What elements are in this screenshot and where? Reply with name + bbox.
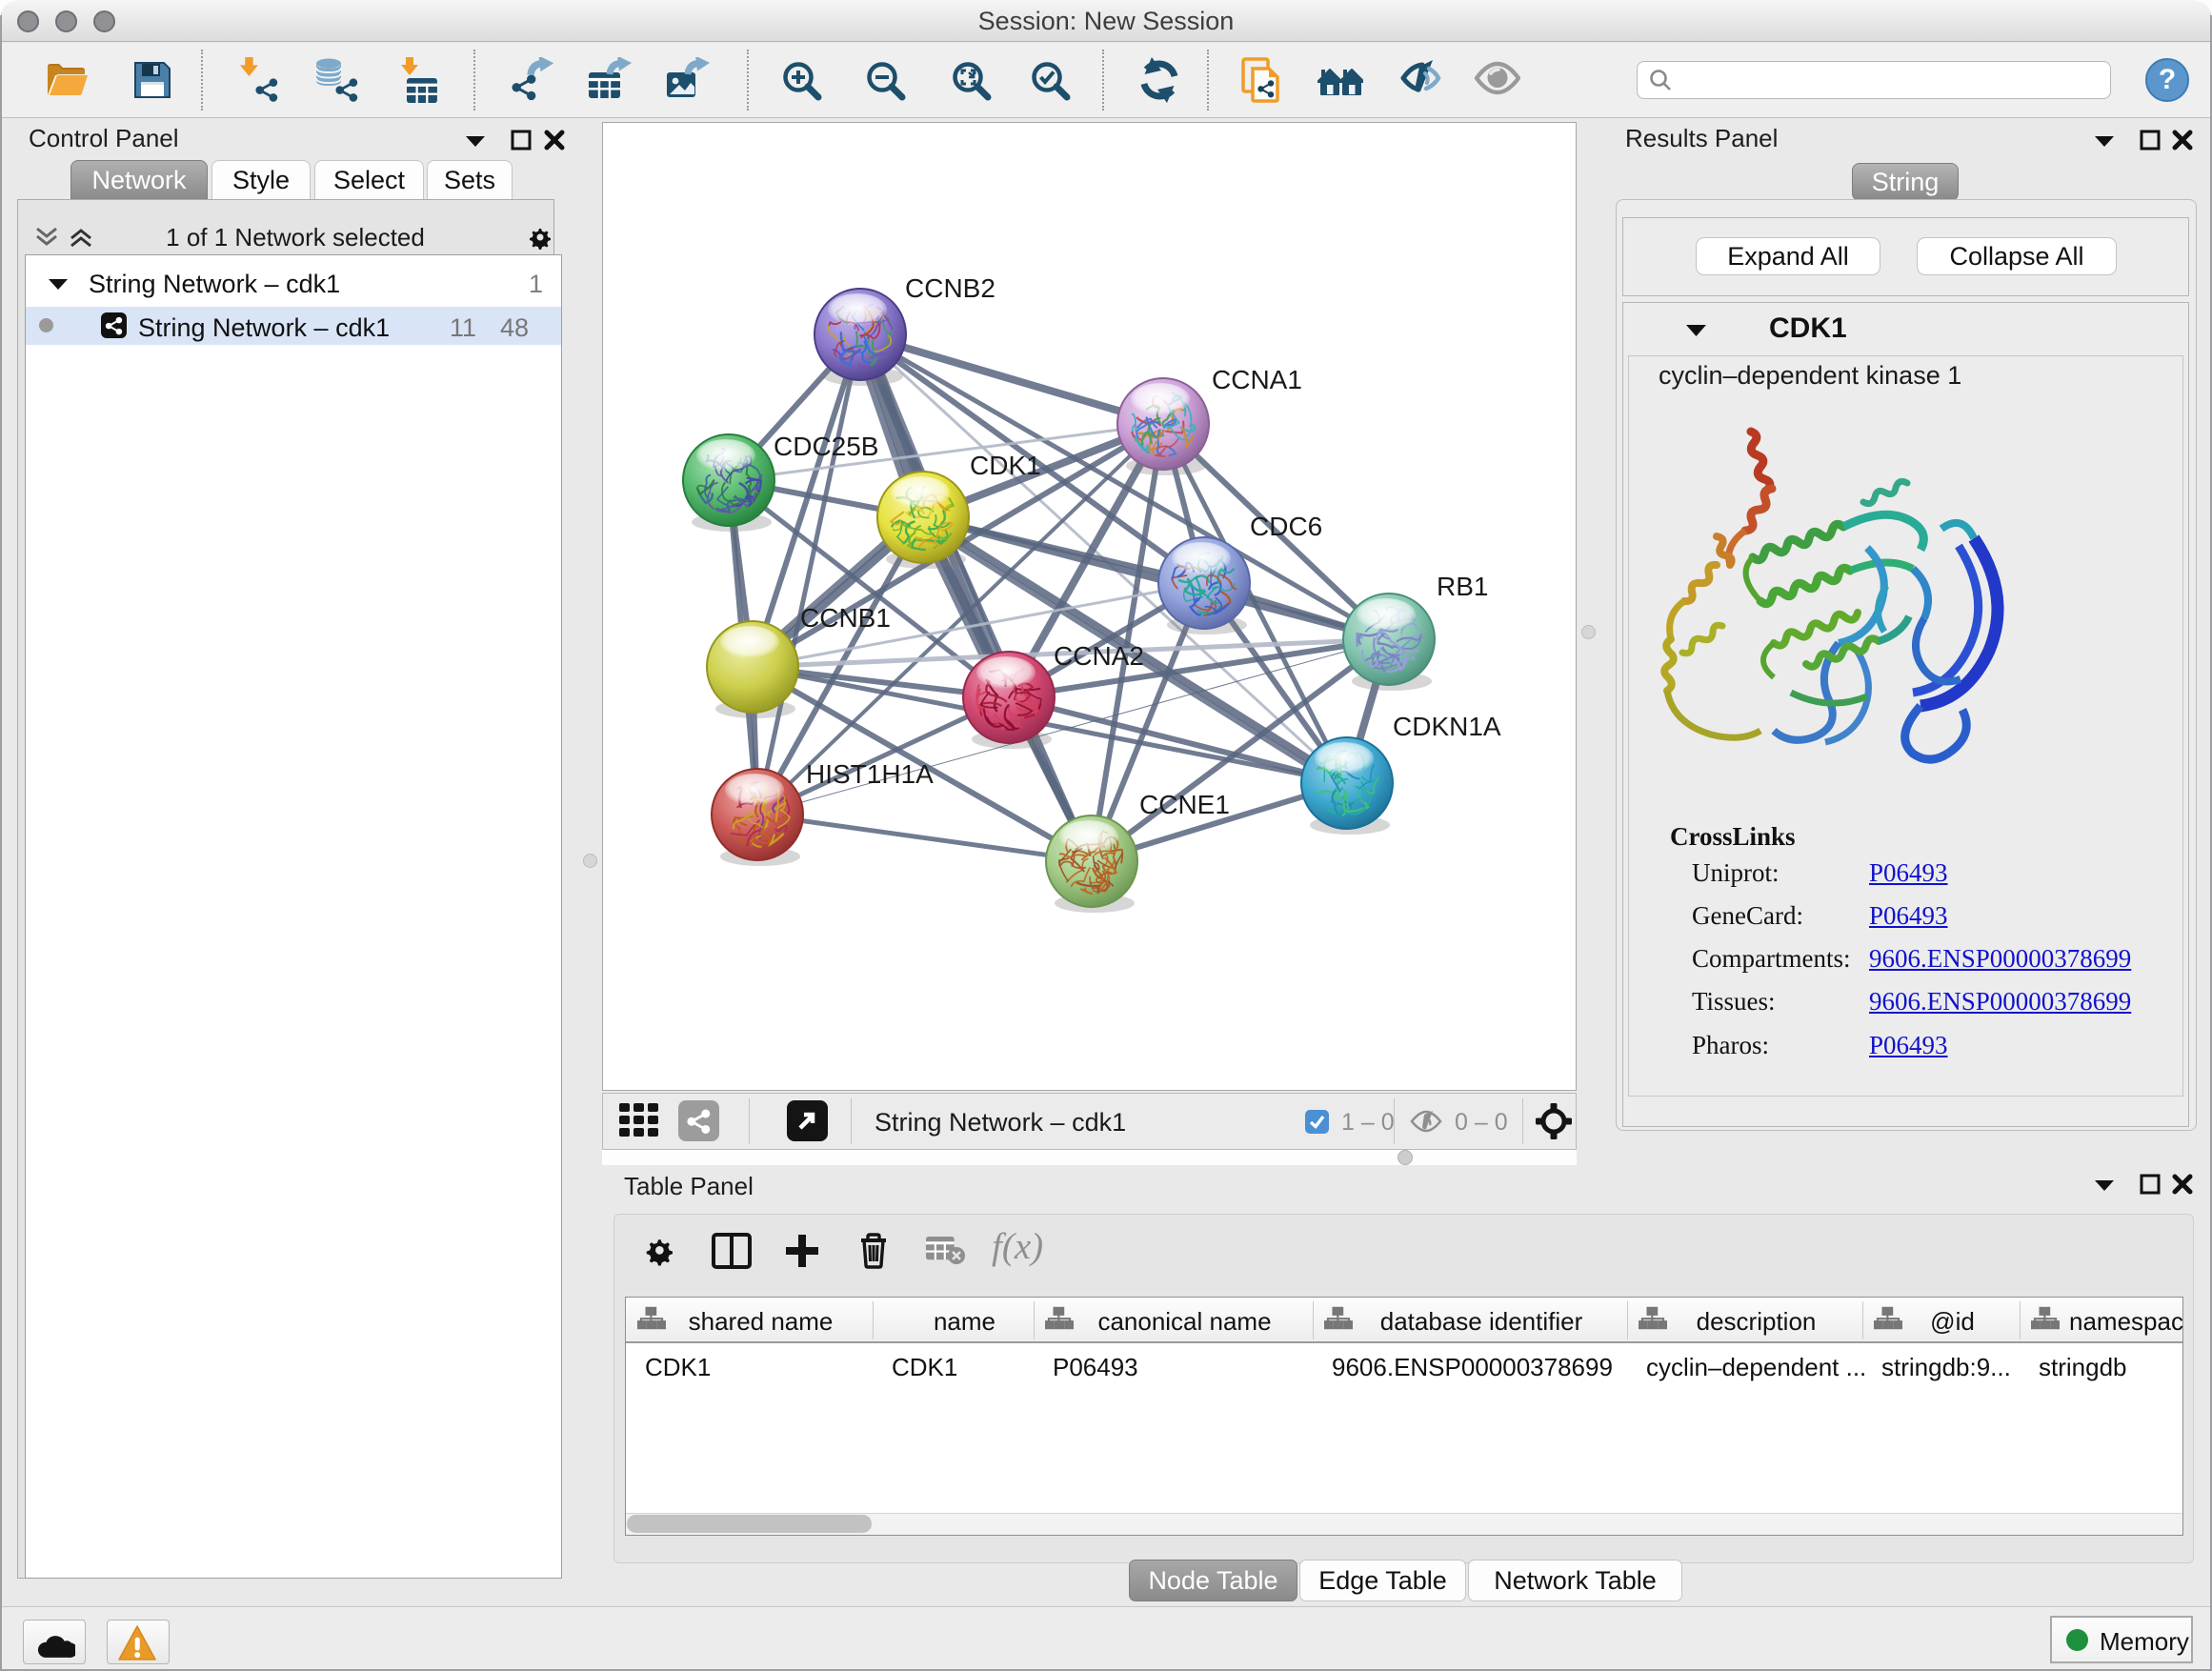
svg-text:CCNB2: CCNB2 — [905, 273, 995, 303]
svg-text:CCNA2: CCNA2 — [1054, 641, 1144, 671]
svg-text:CDC25B: CDC25B — [774, 432, 878, 461]
svg-text:RB1: RB1 — [1437, 572, 1488, 601]
svg-text:CCNE1: CCNE1 — [1139, 790, 1230, 819]
svg-text:CCNA1: CCNA1 — [1212, 365, 1302, 394]
svg-text:CDK1: CDK1 — [970, 451, 1041, 480]
svg-text:CDKN1A: CDKN1A — [1393, 712, 1501, 741]
svg-text:CDC6: CDC6 — [1250, 512, 1322, 541]
svg-text:CCNB1: CCNB1 — [800, 603, 891, 633]
svg-text:?: ? — [2159, 64, 2176, 95]
svg-text:HIST1H1A: HIST1H1A — [806, 759, 934, 789]
